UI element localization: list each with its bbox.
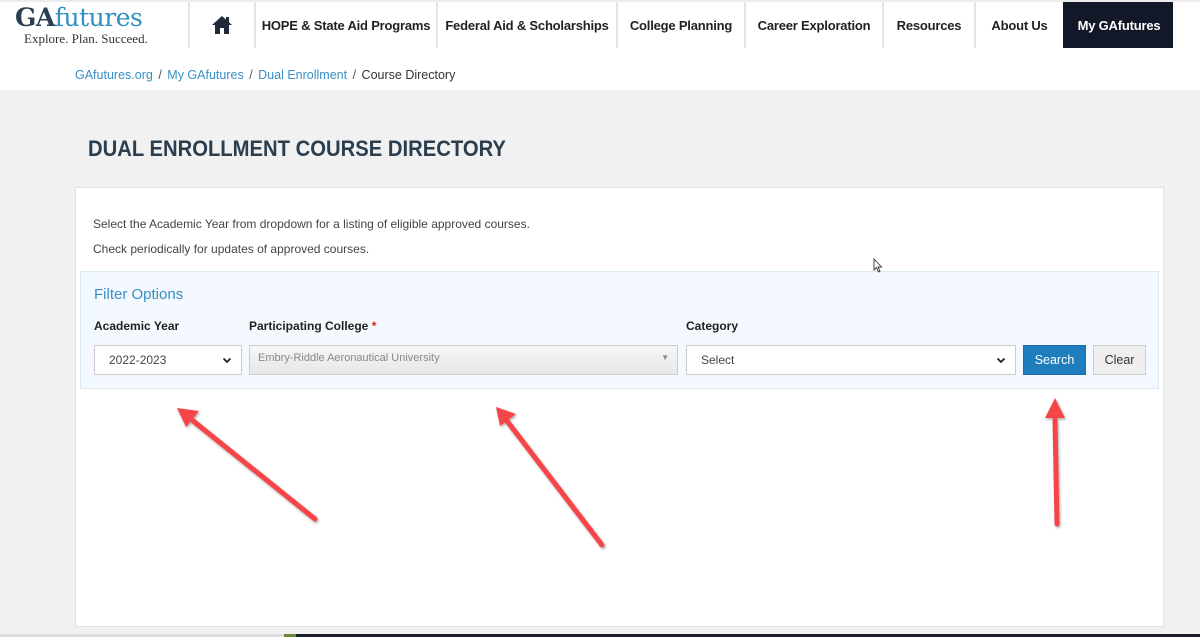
- category-label: Category: [686, 319, 738, 333]
- intro-line-2: Check periodically for updates of approv…: [93, 237, 530, 262]
- home-icon: [211, 15, 233, 35]
- nav-resources[interactable]: Resources: [882, 2, 974, 48]
- filter-options-panel: Filter Options Academic Year Participati…: [80, 271, 1159, 389]
- nav-about-us[interactable]: About Us: [974, 2, 1063, 48]
- gafutures-logo[interactable]: GAfutures Explore. Plan. Succeed.: [15, 4, 165, 47]
- caret-down-icon: ▼: [661, 353, 669, 362]
- breadcrumb-gafutures[interactable]: GAfutures.org: [75, 68, 153, 82]
- main-nav: HOPE & State Aid Programs Federal Aid & …: [188, 2, 1173, 48]
- clear-button[interactable]: Clear: [1093, 345, 1146, 375]
- academic-year-select[interactable]: 2022-2023: [94, 345, 242, 375]
- chevron-down-icon: [995, 354, 1007, 366]
- logo-brand-bold: GA: [15, 3, 55, 32]
- academic-year-value: 2022-2023: [109, 353, 166, 367]
- breadcrumb-separator: /: [249, 68, 252, 82]
- intro-text: Select the Academic Year from dropdown f…: [93, 212, 530, 262]
- breadcrumb-separator: /: [158, 68, 161, 82]
- academic-year-label: Academic Year: [94, 319, 179, 333]
- nav-federal-aid[interactable]: Federal Aid & Scholarships: [436, 2, 616, 48]
- nav-career-exploration[interactable]: Career Exploration: [744, 2, 882, 48]
- category-value: Select: [701, 353, 734, 367]
- logo-tagline: Explore. Plan. Succeed.: [24, 31, 165, 47]
- breadcrumb-separator: /: [353, 68, 356, 82]
- logo-brand-light: futures: [55, 3, 143, 32]
- breadcrumb-dual-enrollment[interactable]: Dual Enrollment: [258, 68, 347, 82]
- breadcrumb-my-gafutures[interactable]: My GAfutures: [167, 68, 243, 82]
- content-card: Select the Academic Year from dropdown f…: [75, 187, 1164, 627]
- participating-college-select[interactable]: Embry-Riddle Aeronautical University ▼: [249, 345, 678, 375]
- participating-college-label-text: Participating College: [249, 319, 368, 333]
- nav-hope-state-aid[interactable]: HOPE & State Aid Programs: [254, 2, 436, 48]
- nav-my-gafutures[interactable]: My GAfutures: [1063, 2, 1173, 48]
- breadcrumb-current: Course Directory: [362, 68, 456, 82]
- participating-college-value: Embry-Riddle Aeronautical University: [258, 352, 440, 364]
- search-button[interactable]: Search: [1023, 345, 1086, 375]
- top-header: GAfutures Explore. Plan. Succeed. HOPE &…: [0, 0, 1200, 90]
- nav-college-planning[interactable]: College Planning: [616, 2, 744, 48]
- participating-college-label: Participating College *: [249, 319, 376, 333]
- mouse-cursor-icon: [873, 258, 883, 273]
- intro-line-1: Select the Academic Year from dropdown f…: [93, 212, 530, 237]
- required-marker: *: [372, 319, 377, 333]
- breadcrumb: GAfutures.org / My GAfutures / Dual Enro…: [75, 68, 455, 82]
- logo-wordmark: GAfutures: [15, 4, 165, 32]
- chevron-down-icon: [221, 354, 233, 366]
- category-select[interactable]: Select: [686, 345, 1016, 375]
- filter-options-title: Filter Options: [94, 286, 183, 303]
- page-title: DUAL ENROLLMENT COURSE DIRECTORY: [88, 136, 506, 162]
- nav-home[interactable]: [188, 2, 254, 48]
